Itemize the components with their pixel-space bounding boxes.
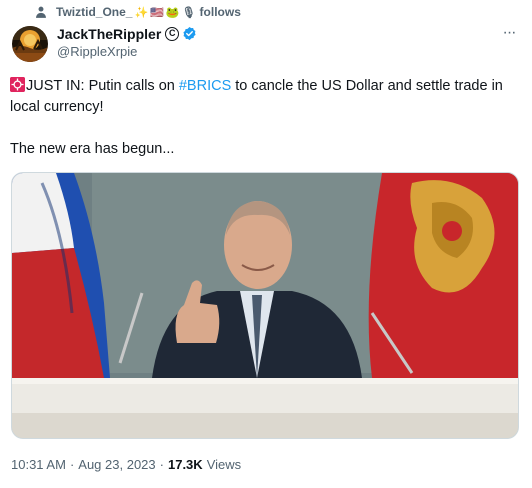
tweet-date[interactable]: Aug 23, 2023: [78, 457, 155, 472]
tweet-photo[interactable]: [11, 172, 519, 439]
person-icon: [36, 6, 46, 18]
meta-separator-1: ·: [69, 457, 75, 472]
display-name[interactable]: JackTheRippler: [57, 26, 161, 42]
handle[interactable]: @RippleXrpie: [57, 44, 197, 59]
copyright-icon: C: [165, 26, 180, 41]
tweet-meta: 10:31 AM · Aug 23, 2023 · 17.3K Views: [11, 457, 241, 472]
views-count: 17.3K: [167, 457, 203, 472]
more-icon[interactable]: ···: [498, 24, 520, 41]
tweet-line-1: JUST IN: Putin calls on #BRICS to cancle…: [10, 76, 515, 118]
tweet-line-2: The new era has begun...: [10, 141, 175, 157]
microphone-emoji: 🎙: [181, 6, 196, 19]
frog-emoji: 🐸: [165, 6, 180, 19]
tweet-time[interactable]: 10:31 AM: [11, 457, 66, 472]
avatar[interactable]: [12, 26, 48, 62]
hashtag-brics[interactable]: #BRICS: [179, 78, 231, 94]
author-names[interactable]: JackTheRippler C @RippleXrpie: [57, 25, 197, 59]
us-flag-emoji: 🇺🇸: [150, 6, 164, 19]
sparkle-emoji: ✨: [134, 6, 149, 19]
verified-badge-icon[interactable]: [182, 26, 197, 41]
meta-separator-2: ·: [159, 457, 164, 472]
tweet-text: JUST IN: Putin calls on #BRICS to cancle…: [10, 76, 515, 160]
tweet-line-1-prefix: JUST IN: Putin calls on: [26, 78, 179, 94]
social-context[interactable]: Twiztid_One_ ✨ 🇺🇸 🐸 🎙 follows: [34, 4, 241, 20]
follows-label: follows: [199, 5, 241, 19]
alert-icon: [10, 77, 25, 92]
social-context-username[interactable]: Twiztid_One_: [56, 5, 132, 19]
views-label: Views: [206, 457, 242, 472]
